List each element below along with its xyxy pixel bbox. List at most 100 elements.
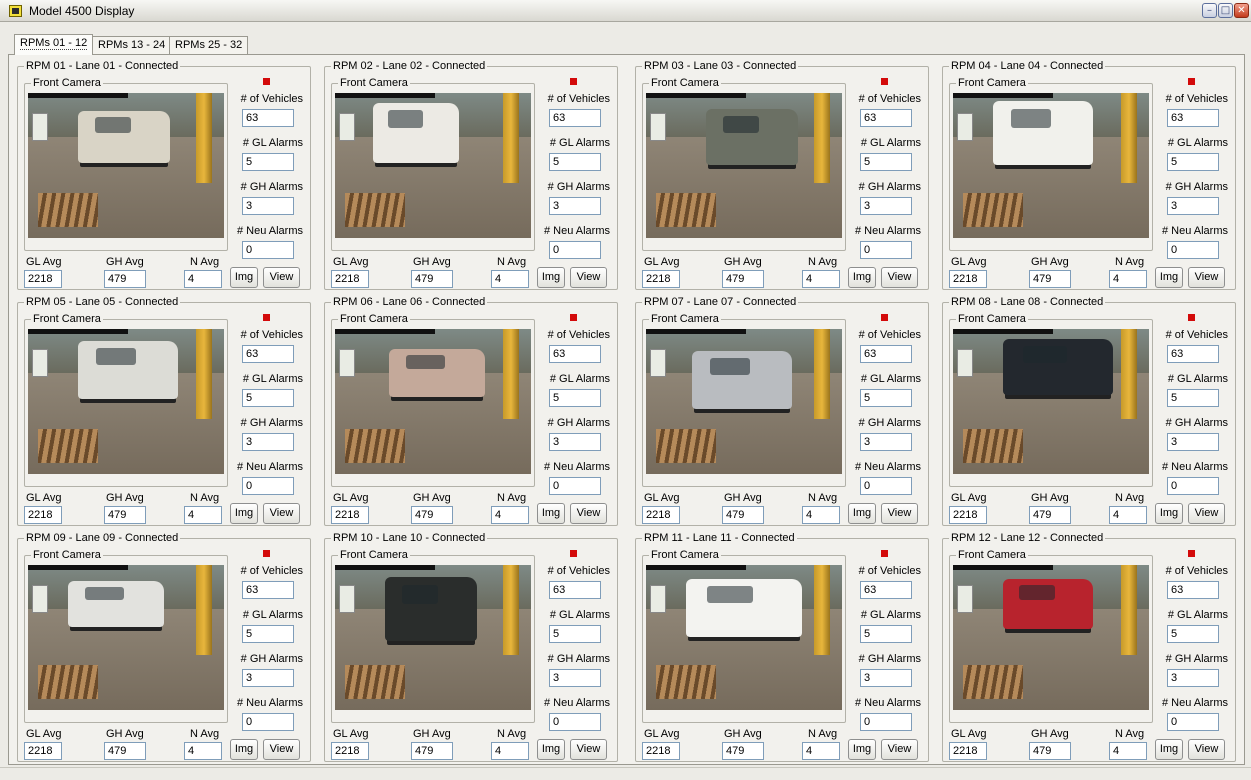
vehicles-field[interactable]: 63 — [860, 345, 912, 363]
vehicles-field[interactable]: 63 — [242, 109, 294, 127]
img-button[interactable]: Img — [537, 267, 565, 288]
neu-alarms-field[interactable]: 0 — [860, 241, 912, 259]
gh-avg-field[interactable]: 479 — [104, 506, 146, 524]
gl-alarms-field[interactable]: 5 — [1167, 153, 1219, 171]
minimize-icon[interactable]: – — [1202, 3, 1217, 18]
maximize-icon[interactable]: □ — [1218, 3, 1233, 18]
gl-alarms-field[interactable]: 5 — [242, 389, 294, 407]
img-button[interactable]: Img — [1155, 267, 1183, 288]
gl-avg-field[interactable]: 2218 — [331, 742, 369, 760]
neu-alarms-field[interactable]: 0 — [549, 477, 601, 495]
view-button[interactable]: View — [570, 739, 607, 760]
n-avg-field[interactable]: 4 — [1109, 742, 1147, 760]
gl-avg-field[interactable]: 2218 — [331, 270, 369, 288]
neu-alarms-field[interactable]: 0 — [860, 713, 912, 731]
view-button[interactable]: View — [1188, 503, 1225, 524]
gl-alarms-field[interactable]: 5 — [242, 153, 294, 171]
neu-alarms-field[interactable]: 0 — [1167, 477, 1219, 495]
neu-alarms-field[interactable]: 0 — [1167, 241, 1219, 259]
gh-avg-field[interactable]: 479 — [411, 742, 453, 760]
vehicles-field[interactable]: 63 — [1167, 345, 1219, 363]
tab-rpms-01-12[interactable]: RPMs 01 - 12 — [14, 34, 94, 55]
vehicles-field[interactable]: 63 — [1167, 581, 1219, 599]
n-avg-field[interactable]: 4 — [802, 506, 840, 524]
neu-alarms-field[interactable]: 0 — [1167, 713, 1219, 731]
gl-alarms-field[interactable]: 5 — [549, 625, 601, 643]
gl-avg-field[interactable]: 2218 — [24, 506, 62, 524]
gl-alarms-field[interactable]: 5 — [549, 389, 601, 407]
view-button[interactable]: View — [881, 267, 918, 288]
neu-alarms-field[interactable]: 0 — [242, 241, 294, 259]
vehicles-field[interactable]: 63 — [549, 345, 601, 363]
gh-alarms-field[interactable]: 3 — [549, 669, 601, 687]
gh-avg-field[interactable]: 479 — [1029, 506, 1071, 524]
gh-avg-field[interactable]: 479 — [1029, 742, 1071, 760]
view-button[interactable]: View — [570, 503, 607, 524]
n-avg-field[interactable]: 4 — [802, 742, 840, 760]
n-avg-field[interactable]: 4 — [184, 506, 222, 524]
view-button[interactable]: View — [1188, 267, 1225, 288]
vehicles-field[interactable]: 63 — [860, 581, 912, 599]
vehicles-field[interactable]: 63 — [1167, 109, 1219, 127]
neu-alarms-field[interactable]: 0 — [242, 477, 294, 495]
img-button[interactable]: Img — [230, 503, 258, 524]
img-button[interactable]: Img — [848, 503, 876, 524]
gh-avg-field[interactable]: 479 — [722, 506, 764, 524]
gl-alarms-field[interactable]: 5 — [242, 625, 294, 643]
view-button[interactable]: View — [570, 267, 607, 288]
close-icon[interactable]: ✕ — [1234, 3, 1249, 18]
gh-alarms-field[interactable]: 3 — [549, 433, 601, 451]
n-avg-field[interactable]: 4 — [184, 270, 222, 288]
view-button[interactable]: View — [881, 739, 918, 760]
view-button[interactable]: View — [263, 503, 300, 524]
vehicles-field[interactable]: 63 — [549, 109, 601, 127]
gh-alarms-field[interactable]: 3 — [242, 197, 294, 215]
gl-alarms-field[interactable]: 5 — [860, 389, 912, 407]
gh-alarms-field[interactable]: 3 — [242, 669, 294, 687]
gl-avg-field[interactable]: 2218 — [642, 270, 680, 288]
n-avg-field[interactable]: 4 — [1109, 270, 1147, 288]
gl-alarms-field[interactable]: 5 — [1167, 625, 1219, 643]
vehicles-field[interactable]: 63 — [549, 581, 601, 599]
n-avg-field[interactable]: 4 — [184, 742, 222, 760]
img-button[interactable]: Img — [1155, 739, 1183, 760]
gl-alarms-field[interactable]: 5 — [860, 625, 912, 643]
gh-alarms-field[interactable]: 3 — [1167, 669, 1219, 687]
gh-alarms-field[interactable]: 3 — [242, 433, 294, 451]
img-button[interactable]: Img — [537, 503, 565, 524]
gh-avg-field[interactable]: 479 — [411, 506, 453, 524]
neu-alarms-field[interactable]: 0 — [242, 713, 294, 731]
gh-alarms-field[interactable]: 3 — [1167, 197, 1219, 215]
view-button[interactable]: View — [1188, 739, 1225, 760]
gh-alarms-field[interactable]: 3 — [860, 669, 912, 687]
n-avg-field[interactable]: 4 — [491, 742, 529, 760]
vehicles-field[interactable]: 63 — [242, 581, 294, 599]
tab-rpms-25-32[interactable]: RPMs 25 - 32 — [169, 36, 249, 54]
gh-avg-field[interactable]: 479 — [1029, 270, 1071, 288]
view-button[interactable]: View — [881, 503, 918, 524]
gh-avg-field[interactable]: 479 — [722, 742, 764, 760]
img-button[interactable]: Img — [1155, 503, 1183, 524]
gh-avg-field[interactable]: 479 — [411, 270, 453, 288]
img-button[interactable]: Img — [230, 267, 258, 288]
gh-alarms-field[interactable]: 3 — [860, 197, 912, 215]
gl-alarms-field[interactable]: 5 — [860, 153, 912, 171]
gl-avg-field[interactable]: 2218 — [24, 270, 62, 288]
gl-avg-field[interactable]: 2218 — [949, 742, 987, 760]
img-button[interactable]: Img — [537, 739, 565, 760]
gl-alarms-field[interactable]: 5 — [1167, 389, 1219, 407]
gh-avg-field[interactable]: 479 — [722, 270, 764, 288]
gh-avg-field[interactable]: 479 — [104, 270, 146, 288]
gl-alarms-field[interactable]: 5 — [549, 153, 601, 171]
tab-rpms-13-24[interactable]: RPMs 13 - 24 — [92, 36, 172, 54]
gh-avg-field[interactable]: 479 — [104, 742, 146, 760]
img-button[interactable]: Img — [848, 267, 876, 288]
img-button[interactable]: Img — [848, 739, 876, 760]
gl-avg-field[interactable]: 2218 — [642, 506, 680, 524]
vehicles-field[interactable]: 63 — [860, 109, 912, 127]
gl-avg-field[interactable]: 2218 — [331, 506, 369, 524]
n-avg-field[interactable]: 4 — [491, 270, 529, 288]
neu-alarms-field[interactable]: 0 — [549, 241, 601, 259]
img-button[interactable]: Img — [230, 739, 258, 760]
gh-alarms-field[interactable]: 3 — [549, 197, 601, 215]
